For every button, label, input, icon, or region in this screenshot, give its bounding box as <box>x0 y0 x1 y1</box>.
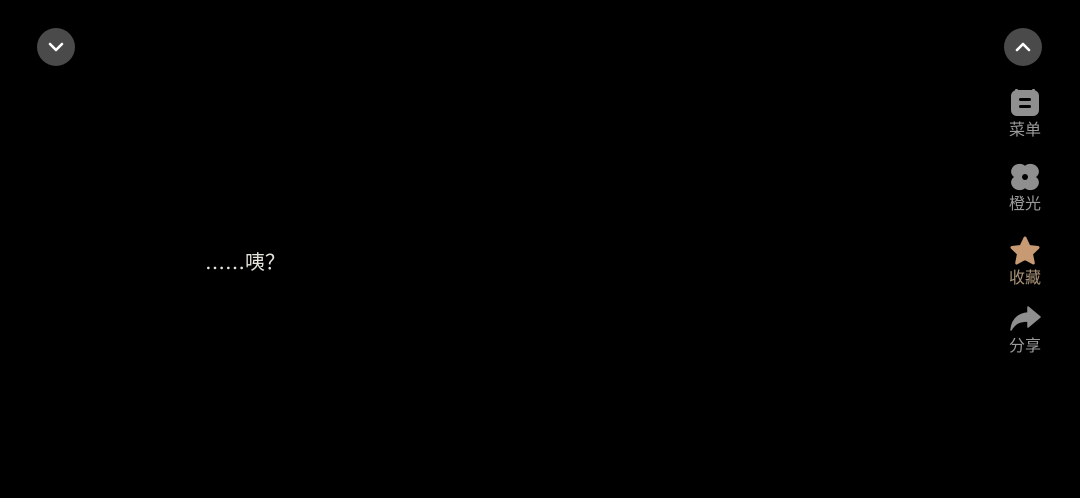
star-icon <box>1008 234 1042 268</box>
side-item-share[interactable]: 分享 <box>996 302 1054 356</box>
side-item-label: 收藏 <box>1008 268 1041 287</box>
side-item-favorite[interactable]: 收藏 <box>996 234 1054 288</box>
side-item-light[interactable]: 橙光 <box>996 160 1054 214</box>
share-arrow-icon <box>1008 302 1042 336</box>
chevron-up-icon <box>1015 42 1031 52</box>
collapse-button[interactable] <box>37 28 75 66</box>
game-screen[interactable]: 菜单 橙光 收藏 分享 ……咦？ <box>0 0 1080 498</box>
chevron-down-icon <box>48 42 64 52</box>
menu-card-icon <box>1008 86 1042 120</box>
orange-light-logo-icon <box>1008 160 1042 194</box>
dialogue-text: ……咦？ <box>205 250 285 274</box>
side-item-label: 橙光 <box>1008 194 1041 213</box>
side-item-label: 菜单 <box>1008 120 1041 139</box>
expand-button[interactable] <box>1004 28 1042 66</box>
side-item-menu[interactable]: 菜单 <box>996 86 1054 140</box>
side-item-label: 分享 <box>1008 336 1041 355</box>
